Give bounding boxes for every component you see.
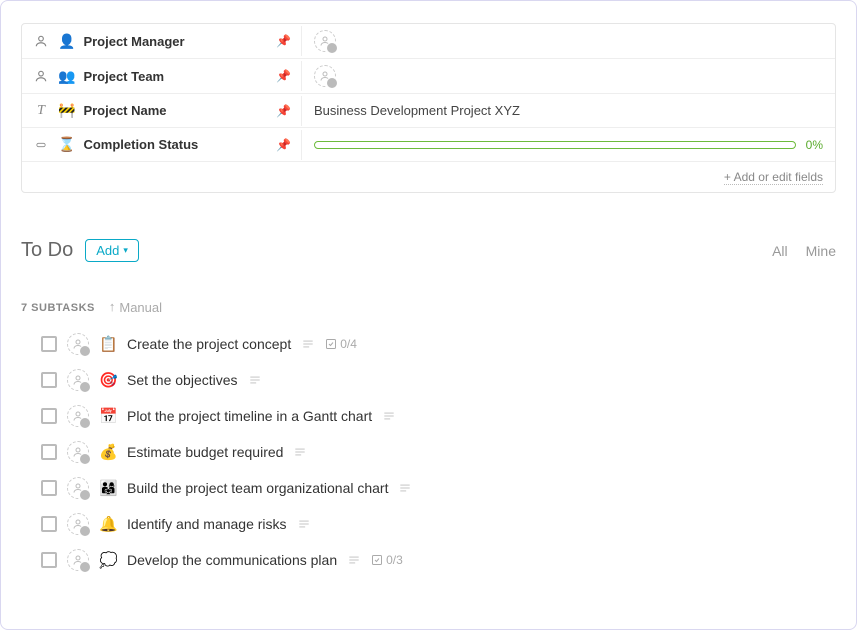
description-icon (382, 409, 396, 423)
task-title[interactable]: Identify and manage risks (127, 516, 287, 532)
field-row-project-name[interactable]: T 🚧 Project Name 📌 Business Development … (22, 94, 835, 128)
field-value[interactable] (302, 24, 835, 58)
task-title[interactable]: Plot the project timeline in a Gantt cha… (127, 408, 372, 424)
task-title[interactable]: Estimate budget required (127, 444, 283, 460)
description-icon (347, 553, 361, 567)
field-row-project-team[interactable]: 👥 Project Team 📌 (22, 59, 835, 94)
chevron-down-icon: ▾ (123, 245, 128, 256)
field-row-project-manager[interactable]: 👤 Project Manager 📌 (22, 24, 835, 59)
assignee-placeholder-icon[interactable] (314, 65, 336, 87)
assignee-placeholder-icon[interactable] (67, 513, 89, 535)
assignee-placeholder-icon[interactable] (314, 30, 336, 52)
task-emoji: 📅 (99, 407, 117, 425)
add-button-label: Add (96, 243, 119, 258)
task-row[interactable]: 👨‍👩‍👧 Build the project team organization… (41, 477, 836, 499)
checklist-badge[interactable]: 0/4 (325, 337, 357, 351)
task-emoji: 💰 (99, 443, 117, 461)
task-row[interactable]: 💭 Develop the communications plan 0/3 (41, 549, 836, 571)
task-emoji: 📋 (99, 335, 117, 353)
field-value[interactable] (302, 59, 835, 93)
task-row[interactable]: 🔔 Identify and manage risks (41, 513, 836, 535)
add-task-button[interactable]: Add ▾ (85, 239, 139, 262)
pin-icon[interactable]: 📌 (276, 34, 291, 48)
assignee-placeholder-icon[interactable] (67, 369, 89, 391)
pin-icon[interactable]: 📌 (276, 138, 291, 152)
task-row[interactable]: 🎯 Set the objectives (41, 369, 836, 391)
task-title[interactable]: Create the project concept (127, 336, 291, 352)
description-icon (398, 481, 412, 495)
task-checkbox[interactable] (41, 408, 57, 424)
description-icon (297, 517, 311, 531)
custom-fields-panel: 👤 Project Manager 📌 👥 Project Team 📌 (21, 23, 836, 193)
add-or-edit-fields-link[interactable]: + Add or edit fields (724, 170, 823, 185)
field-emoji: 👥 (58, 68, 75, 85)
field-emoji: 👤 (58, 33, 75, 50)
pin-icon[interactable]: 📌 (276, 104, 291, 118)
task-checkbox[interactable] (41, 372, 57, 388)
field-value[interactable]: Business Development Project XYZ (302, 97, 835, 124)
field-label: Project Name (83, 103, 291, 118)
task-emoji: 🔔 (99, 515, 117, 533)
person-icon (32, 32, 50, 50)
field-label: Completion Status (83, 137, 291, 152)
sort-dropdown[interactable]: ↑ Manual (109, 300, 162, 315)
description-icon (293, 445, 307, 459)
task-row[interactable]: 📋 Create the project concept 0/4 (41, 333, 836, 355)
pin-icon[interactable]: 📌 (276, 69, 291, 83)
checklist-badge[interactable]: 0/3 (371, 553, 403, 567)
field-label: Project Team (83, 69, 291, 84)
task-checkbox[interactable] (41, 444, 57, 460)
description-icon (301, 337, 315, 351)
assignee-placeholder-icon[interactable] (67, 405, 89, 427)
progress-type-icon (32, 136, 50, 154)
sort-label: Manual (119, 300, 162, 315)
task-title[interactable]: Develop the communications plan (127, 552, 337, 568)
task-checkbox[interactable] (41, 480, 57, 496)
task-title[interactable]: Build the project team organizational ch… (127, 480, 388, 496)
description-icon (248, 373, 262, 387)
person-icon (32, 67, 50, 85)
text-type-icon: T (32, 102, 50, 120)
subtasks-count: 7 SUBTASKS (21, 302, 95, 314)
task-checkbox[interactable] (41, 336, 57, 352)
task-checkbox[interactable] (41, 516, 57, 532)
filter-all[interactable]: All (772, 243, 788, 259)
field-row-completion-status[interactable]: ⌛ Completion Status 📌 0% (22, 128, 835, 162)
field-emoji: ⌛ (58, 136, 75, 153)
field-value[interactable]: 0% (302, 132, 835, 158)
section-title-todo: To Do (21, 239, 73, 262)
field-emoji: 🚧 (58, 102, 75, 119)
task-emoji: 💭 (99, 551, 117, 569)
filter-mine[interactable]: Mine (806, 243, 836, 259)
task-title[interactable]: Set the objectives (127, 372, 238, 388)
task-emoji: 🎯 (99, 371, 117, 389)
project-name-value: Business Development Project XYZ (314, 103, 520, 118)
assignee-placeholder-icon[interactable] (67, 441, 89, 463)
task-row[interactable]: 📅 Plot the project timeline in a Gantt ch… (41, 405, 836, 427)
task-row[interactable]: 💰 Estimate budget required (41, 441, 836, 463)
assignee-placeholder-icon[interactable] (67, 477, 89, 499)
assignee-placeholder-icon[interactable] (67, 333, 89, 355)
field-label: Project Manager (83, 34, 291, 49)
assignee-placeholder-icon[interactable] (67, 549, 89, 571)
task-checkbox[interactable] (41, 552, 57, 568)
task-list: 📋 Create the project concept 0/4 🎯 Set the o… (21, 333, 836, 571)
sort-arrow-icon: ↑ (109, 299, 116, 314)
progress-bar (314, 141, 796, 149)
task-emoji: 👨‍👩‍👧 (99, 479, 117, 497)
progress-percent: 0% (806, 138, 823, 152)
